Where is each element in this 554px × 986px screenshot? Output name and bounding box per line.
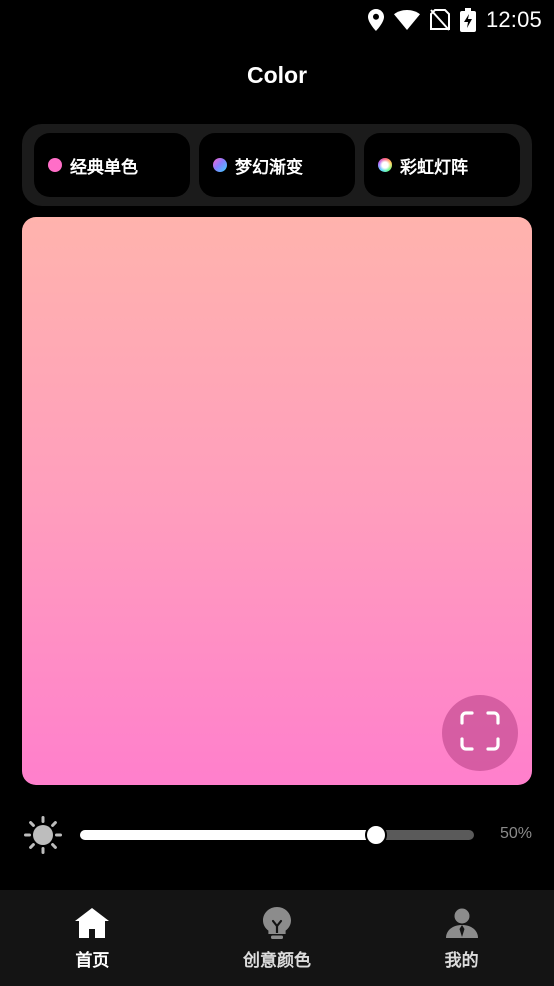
wifi-icon	[393, 10, 420, 30]
solid-color-dot	[48, 158, 62, 172]
brightness-slider-fill	[80, 830, 376, 840]
nav-item-home[interactable]: 首页	[0, 890, 185, 986]
rainbow-dot	[378, 158, 392, 172]
fullscreen-icon	[460, 711, 500, 755]
nav-item-creative-colors[interactable]: 创意颜色	[185, 890, 370, 986]
tab-rainbow-array[interactable]: 彩虹灯阵	[364, 133, 520, 197]
location-icon	[367, 9, 384, 31]
brightness-control: 50%	[0, 810, 554, 860]
user-icon	[445, 906, 478, 940]
page-title: Color	[246, 62, 308, 88]
battery-charging-icon	[459, 8, 476, 32]
app-screen: 12:05 Color 经典单色 梦幻渐变 彩虹灯阵 50% 首页 创意颜色 我…	[0, 0, 554, 986]
status-bar: 12:05	[0, 0, 554, 40]
home-icon	[75, 906, 110, 940]
brightness-value: 50%	[499, 825, 532, 842]
nav-label: 创意颜色	[243, 951, 311, 971]
gradient-dot	[213, 158, 227, 172]
status-icons: 12:05	[367, 6, 542, 34]
tab-label: 经典单色	[70, 157, 138, 178]
brightness-slider[interactable]	[80, 824, 474, 846]
tab-label: 彩虹灯阵	[400, 157, 468, 178]
clock: 12:05	[485, 7, 542, 32]
sun-icon	[24, 816, 62, 858]
tab-dream-gradient[interactable]: 梦幻渐变	[199, 133, 355, 197]
tab-label: 梦幻渐变	[235, 157, 303, 178]
nav-label: 我的	[444, 951, 479, 971]
nav-label: 首页	[75, 951, 110, 971]
mode-tabs: 经典单色 梦幻渐变 彩虹灯阵	[22, 124, 532, 206]
fullscreen-button[interactable]	[442, 695, 518, 771]
tab-classic-solid[interactable]: 经典单色	[34, 133, 190, 197]
no-sim-icon	[429, 9, 450, 31]
nav-item-mine[interactable]: 我的	[369, 890, 554, 986]
color-preview[interactable]	[22, 217, 532, 785]
lightbulb-icon	[263, 906, 291, 940]
brightness-slider-thumb[interactable]	[364, 824, 387, 846]
bottom-nav: 首页 创意颜色 我的	[0, 890, 554, 986]
